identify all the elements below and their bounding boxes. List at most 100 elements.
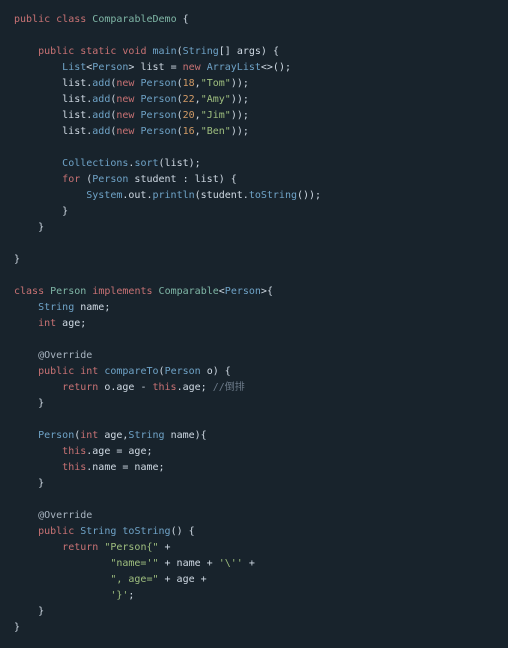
code-token: this xyxy=(62,462,86,473)
code-token: list. xyxy=(14,78,92,89)
code-token: List xyxy=(62,62,86,73)
code-token: Comparable xyxy=(159,286,219,297)
code-token: ", age=" xyxy=(110,574,158,585)
code-token xyxy=(14,462,62,473)
code-token: new xyxy=(116,94,134,105)
code-token: int xyxy=(80,430,98,441)
code-token: name){ xyxy=(165,430,207,441)
code-token: )); xyxy=(231,78,249,89)
code-token: 20 xyxy=(183,110,195,121)
code-token: @Override xyxy=(38,510,92,521)
code-token: add xyxy=(92,110,110,121)
code-token: System xyxy=(86,190,122,201)
code-token: 22 xyxy=(183,94,195,105)
code-token: for xyxy=(62,174,80,185)
code-token: class xyxy=(56,14,86,25)
code-token: Person xyxy=(140,126,176,137)
code-token xyxy=(14,366,38,377)
code-token: Person xyxy=(50,286,86,297)
code-token: ArrayList xyxy=(207,62,261,73)
code-token xyxy=(14,542,62,553)
code-token: sort xyxy=(134,158,158,169)
code-token: } xyxy=(14,222,44,233)
code-token: } xyxy=(14,606,44,617)
code-token: Collections xyxy=(62,158,128,169)
code-token: String xyxy=(38,302,74,313)
code-token: } xyxy=(14,206,68,217)
code-token: ; xyxy=(128,590,134,601)
code-token: age, xyxy=(98,430,128,441)
code-token xyxy=(14,46,38,57)
code-token xyxy=(14,446,62,457)
code-token: int xyxy=(80,366,98,377)
code-token: println xyxy=(152,190,194,201)
code-token: list. xyxy=(14,94,92,105)
code-token: Person xyxy=(92,174,128,185)
code-token: 16 xyxy=(183,126,195,137)
code-token: } xyxy=(14,622,20,633)
code-token: //倒排 xyxy=(213,382,245,393)
code-block: public class ComparableDemo { public sta… xyxy=(0,0,508,648)
code-token: Person xyxy=(140,94,176,105)
code-token xyxy=(14,430,38,441)
code-token: main xyxy=(153,46,177,57)
code-token xyxy=(14,558,110,569)
code-token: { xyxy=(177,14,189,25)
code-token: new xyxy=(183,62,201,73)
code-token: + age + xyxy=(159,574,207,585)
code-token: (list); xyxy=(159,158,201,169)
code-token xyxy=(14,158,62,169)
code-token: public xyxy=(38,46,74,57)
code-token: name; xyxy=(74,302,110,313)
code-token xyxy=(14,382,62,393)
code-token xyxy=(14,590,110,601)
code-token: this xyxy=(62,446,86,457)
code-token xyxy=(14,190,86,201)
code-token: age; xyxy=(56,318,86,329)
code-token: public xyxy=(38,526,74,537)
code-token: Person xyxy=(92,62,128,73)
code-token xyxy=(14,174,62,185)
code-token: new xyxy=(116,78,134,89)
code-token: .age; xyxy=(177,382,213,393)
code-token: public xyxy=(38,366,74,377)
code-token: this xyxy=(152,382,176,393)
code-token: toString xyxy=(122,526,170,537)
code-token xyxy=(14,302,38,313)
code-token xyxy=(14,510,38,521)
code-token: "Amy" xyxy=(201,94,231,105)
code-token xyxy=(14,574,110,585)
code-token: '\'' xyxy=(219,558,243,569)
code-token: + xyxy=(243,558,255,569)
code-token: ( xyxy=(80,174,92,185)
code-token: void xyxy=(122,46,146,57)
code-token: new xyxy=(116,126,134,137)
code-token: public xyxy=(14,14,50,25)
code-token: "name='" xyxy=(110,558,158,569)
code-token: .age = age; xyxy=(86,446,152,457)
code-token: Person xyxy=(165,366,201,377)
code-token: "Tom" xyxy=(201,78,231,89)
code-token: } xyxy=(14,254,20,265)
code-token: )); xyxy=(231,126,249,137)
code-token: Person xyxy=(225,286,261,297)
code-token: String xyxy=(128,430,164,441)
code-token: static xyxy=(80,46,116,57)
code-token: <>(); xyxy=(261,62,291,73)
code-token: String xyxy=(183,46,219,57)
code-token: return xyxy=(62,382,98,393)
code-token: o.age - xyxy=(98,382,152,393)
code-token: @Override xyxy=(38,350,92,361)
code-token: student : list) { xyxy=(128,174,236,185)
code-token: 18 xyxy=(183,78,195,89)
code-token xyxy=(14,318,38,329)
code-token: .out. xyxy=(122,190,152,201)
code-token: class xyxy=(14,286,44,297)
code-token: Person xyxy=(140,78,176,89)
code-token: )); xyxy=(231,94,249,105)
code-token: + name + xyxy=(159,558,219,569)
code-token: Person xyxy=(140,110,176,121)
code-token xyxy=(14,526,38,537)
code-token: } xyxy=(14,478,44,489)
code-token: add xyxy=(92,94,110,105)
